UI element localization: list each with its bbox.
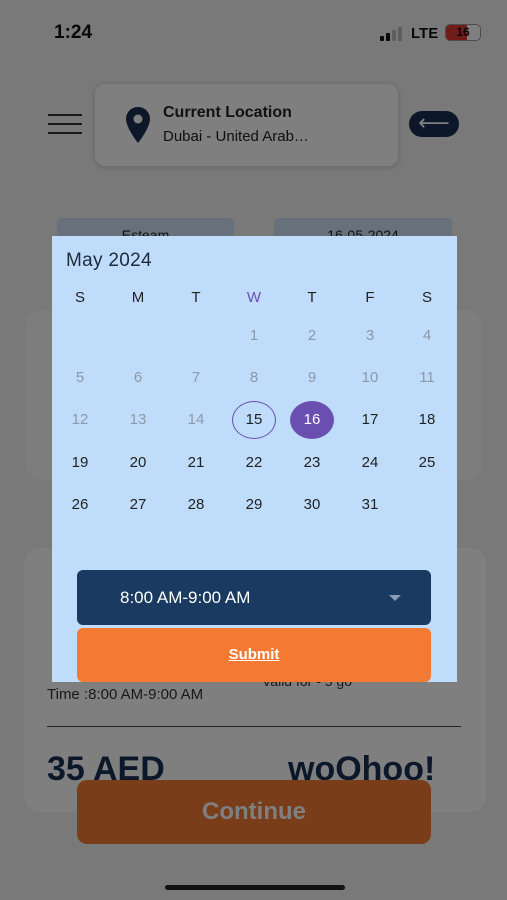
calendar-day: 14 xyxy=(187,411,205,428)
time-slot-select[interactable]: 8:00 AM-9:00 AM xyxy=(77,570,431,625)
calendar-day: 9 xyxy=(307,369,317,386)
weekday-label: S xyxy=(421,289,432,306)
calendar-day[interactable]: 23 xyxy=(292,445,332,481)
calendar-day-selected[interactable]: 16 xyxy=(290,401,334,439)
calendar-day: 2 xyxy=(307,327,317,344)
calendar-day: 12 xyxy=(71,411,89,428)
weekday-label: W xyxy=(246,289,262,306)
calendar-day[interactable]: 22 xyxy=(234,445,274,481)
calendar-day: 10 xyxy=(361,369,379,386)
calendar-day[interactable]: 18 xyxy=(407,402,447,438)
calendar-day-today[interactable]: 15 xyxy=(232,401,276,439)
calendar-day: 11 xyxy=(419,369,435,386)
calendar-day[interactable]: 29 xyxy=(234,487,274,523)
calendar-month-title: May 2024 xyxy=(66,250,152,271)
chevron-down-icon xyxy=(389,595,401,601)
time-slot-value: 8:00 AM-9:00 AM xyxy=(120,588,251,607)
calendar-day: 3 xyxy=(365,327,375,344)
calendar-day[interactable]: 31 xyxy=(350,487,390,523)
weekday-label: T xyxy=(307,289,317,306)
home-indicator xyxy=(165,885,345,890)
calendar-day[interactable]: 17 xyxy=(350,402,390,438)
calendar-day[interactable]: 25 xyxy=(407,445,447,481)
calendar-day: 8 xyxy=(249,369,259,386)
calendar-day[interactable]: 28 xyxy=(176,487,216,523)
calendar-day[interactable]: 26 xyxy=(60,487,100,523)
date-picker-dialog: May 2024 S M T W T F S 1 2 3 4 5 6 7 8 9 10 11 12 13 14 15 16 1… xyxy=(52,236,457,682)
calendar-day: 6 xyxy=(133,369,143,386)
weekday-label: F xyxy=(365,289,375,306)
calendar-day[interactable]: 24 xyxy=(350,445,390,481)
weekday-label: T xyxy=(191,289,201,306)
calendar-day: 7 xyxy=(191,369,201,386)
calendar-day[interactable]: 30 xyxy=(292,487,332,523)
calendar-day: 5 xyxy=(75,369,85,386)
weekday-label: M xyxy=(131,289,145,306)
calendar-day[interactable]: 21 xyxy=(176,445,216,481)
calendar-day: 4 xyxy=(422,327,432,344)
submit-button[interactable]: Submit xyxy=(77,628,431,682)
calendar-day[interactable]: 27 xyxy=(118,487,158,523)
calendar-day: 1 xyxy=(249,327,259,344)
weekday-label: S xyxy=(74,289,85,306)
calendar-day[interactable]: 20 xyxy=(118,445,158,481)
calendar-day: 13 xyxy=(129,411,147,428)
calendar-day[interactable]: 19 xyxy=(60,445,100,481)
